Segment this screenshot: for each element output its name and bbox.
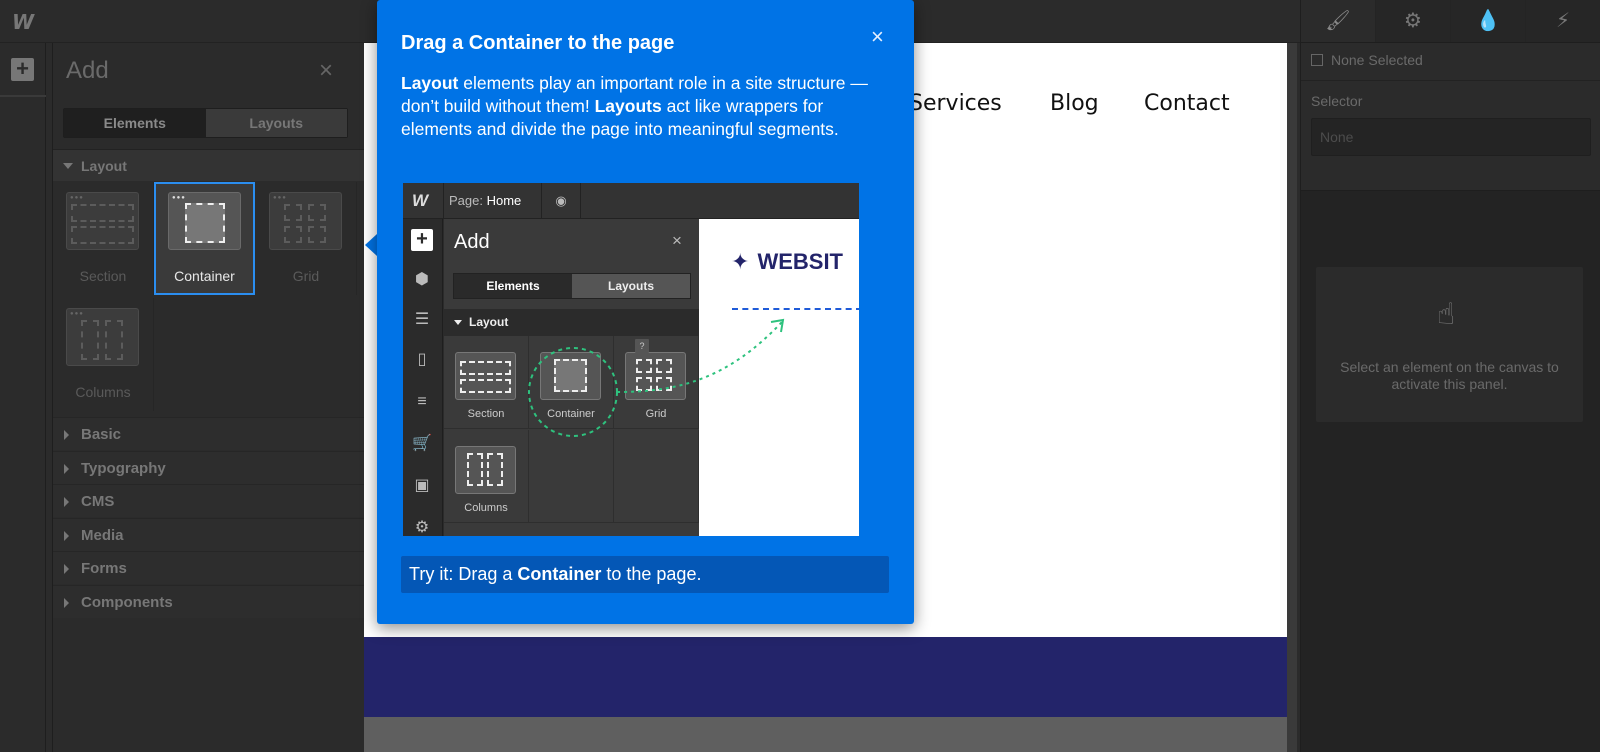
style-panel: 🖌 ⚙ 💧 ⚡ None Selected Selector None ☝ Se… [1300, 0, 1600, 752]
selector-label: Selector [1311, 93, 1363, 109]
selector-input[interactable]: None [1311, 118, 1591, 156]
chevron-right-icon [64, 464, 69, 474]
layout-item-columns[interactable]: ●●● Columns [53, 298, 154, 411]
category-label: Layout [81, 158, 127, 174]
empty-state-text: Select an element on the canvas to activ… [1340, 359, 1559, 392]
close-icon[interactable]: × [319, 57, 333, 85]
category-cms[interactable]: CMS [53, 484, 365, 517]
category-media[interactable]: Media [53, 518, 365, 551]
nav-link-services[interactable]: Services [909, 91, 1002, 116]
layout-item-label: Columns [75, 384, 131, 400]
section-icon: ●●● [66, 192, 139, 250]
drag-arrow [528, 318, 785, 437]
tour-pointer [365, 234, 377, 256]
chevron-right-icon [64, 430, 69, 440]
chevron-down-icon [63, 163, 73, 169]
chevron-right-icon [64, 598, 69, 608]
chevron-right-icon [64, 564, 69, 574]
footer-section[interactable] [364, 637, 1287, 717]
tab-layouts[interactable]: Layouts [205, 109, 347, 137]
category-layout[interactable]: Layout [53, 149, 365, 181]
gear-icon[interactable]: ⚙ [1376, 0, 1451, 42]
layout-item-label: Grid [292, 268, 320, 284]
category-forms[interactable]: Forms [53, 551, 365, 584]
category-typography[interactable]: Typography [53, 451, 365, 484]
category-basic[interactable]: Basic [53, 417, 365, 450]
container-icon: ●●● [168, 192, 241, 250]
panel-tabs: 🖌 ⚙ 💧 ⚡ [1301, 0, 1600, 43]
none-selected-checkbox[interactable]: None Selected [1311, 52, 1423, 68]
webflow-logo[interactable]: W [12, 10, 36, 34]
layout-item-label: Container [174, 268, 235, 284]
canvas-scrollbar[interactable] [1287, 43, 1297, 752]
lightning-icon[interactable]: ⚡ [1526, 0, 1600, 42]
brush-icon[interactable]: 🖌 [1301, 0, 1376, 42]
divider [1301, 80, 1600, 81]
layout-item-container[interactable]: ●●● Container [154, 182, 255, 295]
layout-item-grid[interactable]: ●●● Grid [256, 182, 357, 295]
add-panel-tabs: Elements Layouts [63, 108, 348, 138]
drops-icon[interactable]: 💧 [1451, 0, 1526, 42]
chevron-right-icon [64, 531, 69, 541]
pointer-hand-icon: ☝ [1437, 298, 1456, 331]
nav-link-contact[interactable]: Contact [1144, 91, 1230, 116]
tab-elements[interactable]: Elements [64, 109, 206, 137]
canvas-bottom-area [364, 717, 1287, 752]
rail-divider [0, 95, 46, 97]
columns-icon: ●●● [66, 308, 139, 366]
category-components[interactable]: Components [53, 585, 365, 618]
nav-link-blog[interactable]: Blog [1050, 91, 1099, 116]
panel-body: ☝ Select an element on the canvas to act… [1301, 190, 1600, 752]
checkbox-icon [1311, 54, 1323, 66]
onboarding-popup: Drag a Container to the page × Layout el… [377, 0, 914, 624]
add-panel: Add × Elements Layouts Layout ●●● Sectio… [52, 43, 365, 752]
empty-state: ☝ Select an element on the canvas to act… [1316, 267, 1583, 422]
try-it-banner: Try it: Drag a Container to the page. [401, 556, 889, 593]
grid-icon: ●●● [269, 192, 342, 250]
add-panel-title: Add [66, 57, 109, 84]
plus-icon[interactable]: + [11, 58, 34, 81]
left-rail: + [0, 43, 46, 752]
layout-item-label: Section [79, 268, 127, 284]
chevron-right-icon [64, 497, 69, 507]
layout-item-section[interactable]: ●●● Section [53, 182, 154, 295]
